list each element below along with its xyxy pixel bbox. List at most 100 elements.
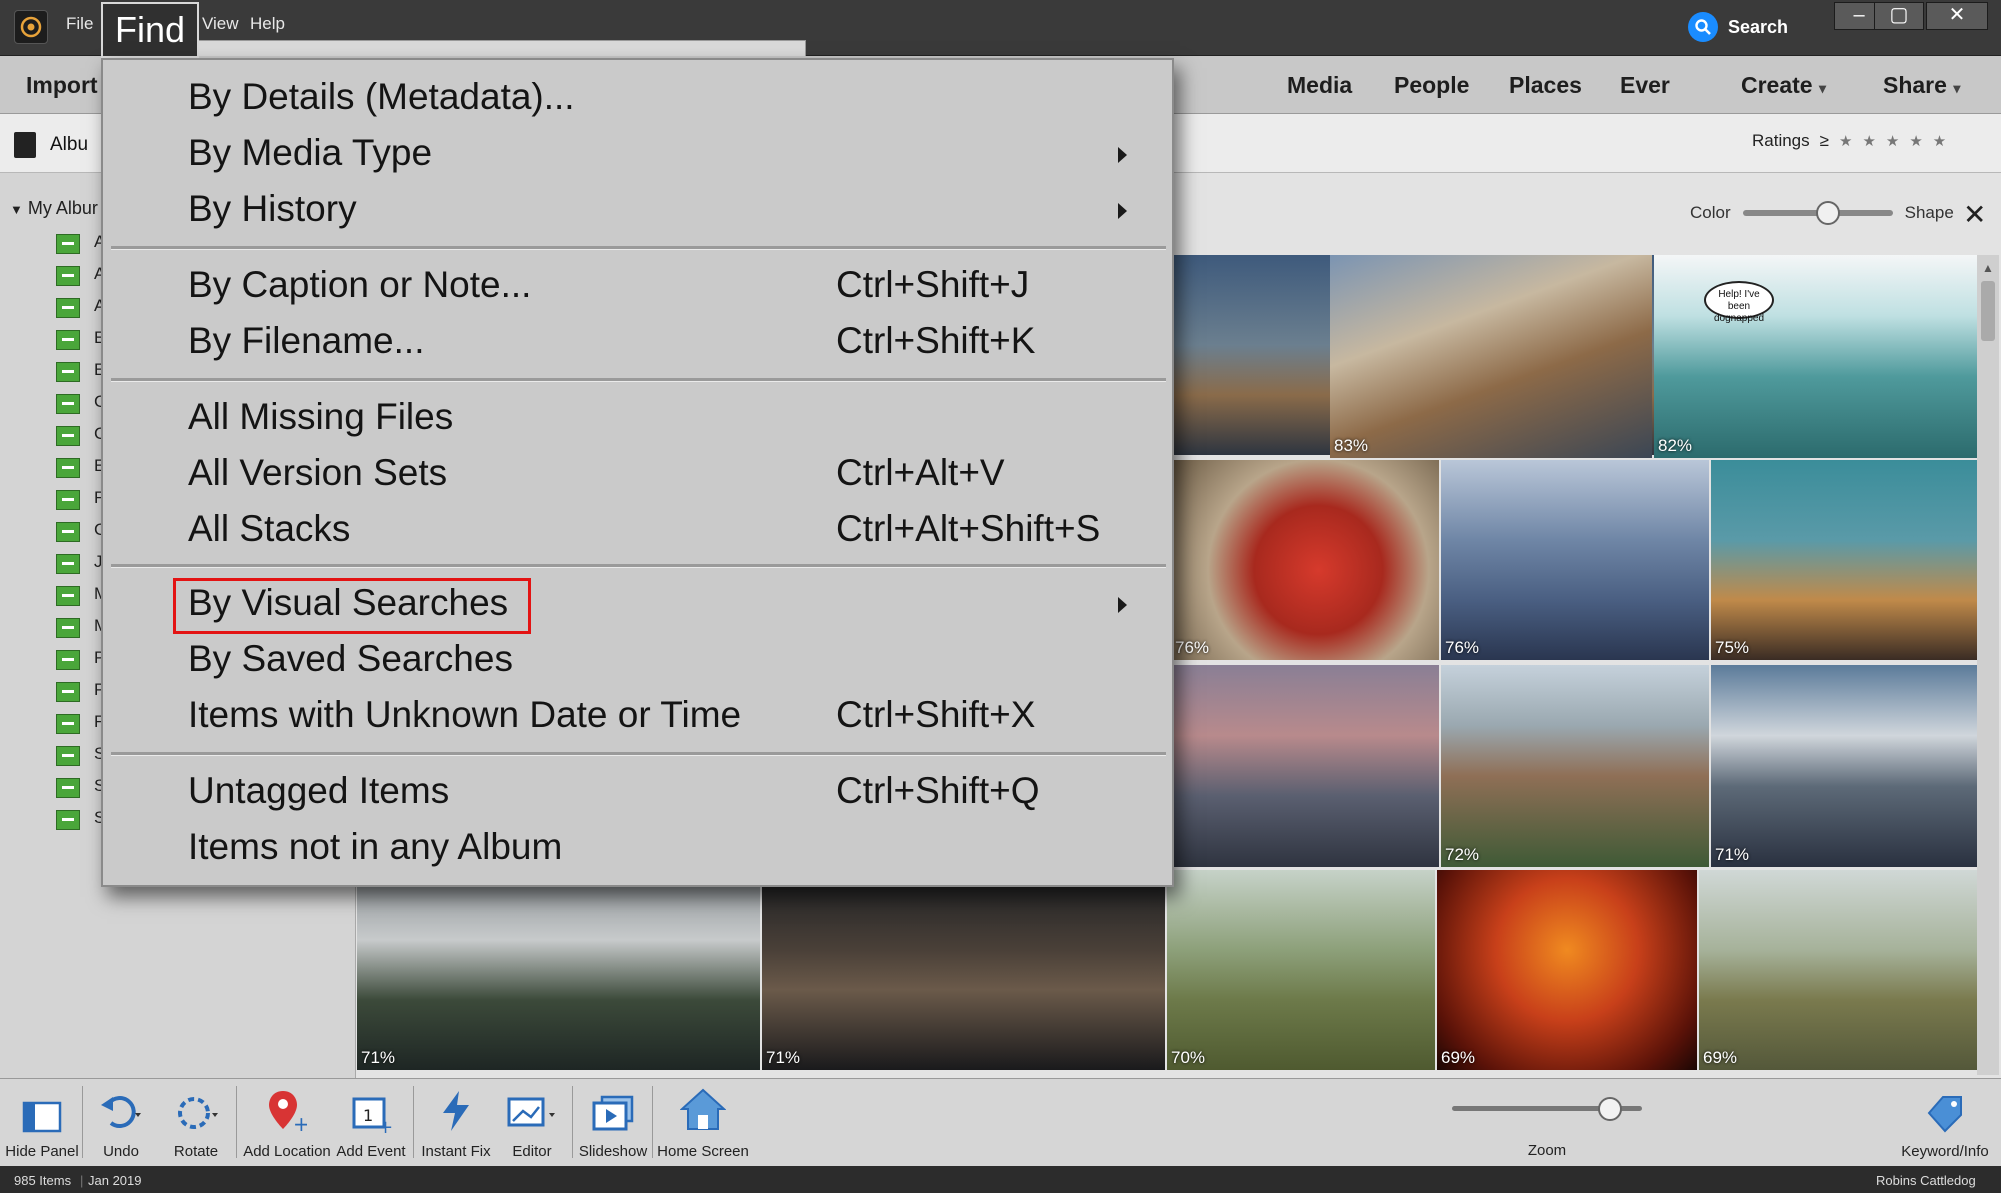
home-screen-button[interactable]: Home Screen xyxy=(656,1078,750,1166)
keyword-info-label: Keyword/Info xyxy=(1901,1143,1989,1160)
tab-events[interactable]: Ever xyxy=(1620,72,1670,99)
menu-item-by-details[interactable]: By Details (Metadata)... xyxy=(188,76,575,118)
menu-item-by-history[interactable]: By History xyxy=(188,188,357,230)
shortcut-label: Ctrl+Alt+V xyxy=(836,452,1005,493)
photo-thumbnail[interactable]: 70% xyxy=(1167,870,1435,1070)
photo-thumbnail[interactable]: 71% xyxy=(357,870,760,1070)
slider-knob[interactable] xyxy=(1815,201,1840,225)
menu-separator xyxy=(111,378,1166,382)
undo-button[interactable]: Undo xyxy=(90,1078,152,1166)
zoom-label: Zoom xyxy=(1527,1142,1567,1159)
photo-thumbnail[interactable]: 69% xyxy=(1699,870,1977,1070)
album-icon xyxy=(56,746,80,766)
search-label: Search xyxy=(1728,16,1789,37)
photo-thumbnail[interactable]: 72% xyxy=(1441,665,1709,867)
zoom-knob[interactable] xyxy=(1598,1097,1622,1121)
hide-panel-label: Hide Panel xyxy=(5,1143,79,1160)
panel-icon xyxy=(22,1101,62,1133)
star-icon[interactable]: ★ xyxy=(1933,132,1946,150)
import-button[interactable]: Import xyxy=(26,72,98,99)
star-icon[interactable]: ★ xyxy=(1909,132,1922,150)
tab-places[interactable]: Places xyxy=(1509,72,1582,99)
status-date: Jan 2019 xyxy=(88,1173,142,1188)
instant-fix-button[interactable]: Instant Fix xyxy=(418,1078,494,1166)
status-bar: 985 Items | Jan 2019 Robins Cattledog xyxy=(0,1166,2001,1193)
menu-view[interactable]: View xyxy=(202,14,239,34)
hide-panel-button[interactable]: Hide Panel xyxy=(4,1078,80,1166)
add-event-button[interactable]: 1 + Add Event xyxy=(334,1078,408,1166)
keyword-info-button[interactable]: Keyword/Info xyxy=(1890,1078,2000,1166)
album-icon xyxy=(56,362,80,382)
my-albums-header[interactable]: ▼ My Albur xyxy=(10,198,98,219)
similarity-percent: 71% xyxy=(361,1048,396,1067)
photo-thumbnail[interactable]: 76% xyxy=(1441,460,1709,660)
close-window-button[interactable]: ✕ xyxy=(1926,2,1988,30)
photo-thumbnail[interactable]: 83% xyxy=(1330,255,1652,458)
tab-media[interactable]: Media xyxy=(1287,72,1352,99)
tab-albums[interactable]: Albu xyxy=(14,122,88,168)
similarity-percent: 69% xyxy=(1441,1048,1476,1067)
add-location-button[interactable]: + Add Location xyxy=(242,1078,332,1166)
search-button[interactable]: Search xyxy=(1688,10,1788,44)
menu-item-not-in-album[interactable]: Items not in any Album xyxy=(188,826,562,868)
menu-item-by-media-type[interactable]: By Media Type xyxy=(188,132,432,174)
photo-thumbnail[interactable]: 71% xyxy=(762,870,1165,1070)
scrollbar[interactable]: ▲ xyxy=(1977,255,1999,1075)
album-icon xyxy=(56,458,80,478)
svg-text:+: + xyxy=(378,1117,392,1133)
ratings-label: Ratings xyxy=(1752,131,1810,150)
create-label: Create xyxy=(1741,72,1813,98)
create-button[interactable]: Create ▾ xyxy=(1741,72,1826,99)
menu-item-untagged-items[interactable]: Untagged Items xyxy=(188,770,449,812)
color-shape-control: Color Shape xyxy=(1690,201,1954,225)
album-icon xyxy=(56,778,80,798)
editor-icon xyxy=(507,1097,555,1127)
share-button[interactable]: Share ▾ xyxy=(1883,72,1960,99)
photo-thumbnail[interactable]: 71% xyxy=(1711,665,1977,867)
toolbar-divider xyxy=(652,1086,653,1158)
maximize-button[interactable]: ▢ xyxy=(1874,2,1924,30)
similarity-percent: 69% xyxy=(1703,1048,1738,1067)
close-icon[interactable]: ✕ xyxy=(1963,198,1986,231)
photo-thumbnail[interactable]: 76% xyxy=(1171,460,1439,660)
scroll-up-icon[interactable]: ▲ xyxy=(1982,261,1994,275)
album-icon xyxy=(56,650,80,670)
menu-find[interactable]: Find xyxy=(101,2,199,58)
photo-thumbnail[interactable] xyxy=(1171,665,1439,867)
menu-separator xyxy=(111,564,1166,568)
photo-thumbnail[interactable]: Help! I've been dognapped 82% xyxy=(1654,255,1977,458)
tab-people[interactable]: People xyxy=(1394,72,1469,99)
album-icon xyxy=(56,522,80,542)
menu-help[interactable]: Help xyxy=(250,14,285,34)
scroll-thumb[interactable] xyxy=(1981,281,1995,341)
star-icon[interactable]: ★ xyxy=(1886,132,1899,150)
find-dropdown-menu: By Details (Metadata)... By Media Type B… xyxy=(101,58,1174,887)
color-shape-slider[interactable] xyxy=(1742,201,1893,225)
photo-thumbnail[interactable]: 69% xyxy=(1437,870,1697,1070)
menu-item-by-caption[interactable]: By Caption or Note... xyxy=(188,264,531,306)
status-divider: | xyxy=(80,1173,84,1188)
editor-button[interactable]: Editor xyxy=(498,1078,566,1166)
speech-bubble: Help! I've been dognapped xyxy=(1704,281,1774,324)
slideshow-button[interactable]: Slideshow xyxy=(576,1078,650,1166)
shortcut-label: Ctrl+Shift+K xyxy=(836,320,1036,361)
photo-thumbnail[interactable]: 75% xyxy=(1711,460,1977,660)
rotate-button[interactable]: Rotate xyxy=(162,1078,230,1166)
zoom-control: Zoom xyxy=(1452,1078,1642,1166)
menu-item-by-filename[interactable]: By Filename... xyxy=(188,320,424,362)
menu-item-by-saved-searches[interactable]: By Saved Searches xyxy=(188,638,513,680)
ratings-operator[interactable]: ≥ xyxy=(1820,131,1829,151)
menu-file[interactable]: File xyxy=(66,14,93,34)
menu-item-all-version-sets[interactable]: All Version Sets xyxy=(188,452,447,494)
star-icon[interactable]: ★ xyxy=(1839,132,1852,150)
submenu-arrow-icon xyxy=(1118,597,1127,613)
add-event-label: Add Event xyxy=(336,1143,406,1160)
location-pin-icon: + xyxy=(269,1091,307,1133)
menu-item-all-missing-files[interactable]: All Missing Files xyxy=(188,396,453,438)
ratings-filter[interactable]: Ratings ≥ ★ ★ ★ ★ ★ xyxy=(1752,131,1946,151)
undo-label: Undo xyxy=(103,1143,139,1160)
menu-item-unknown-date[interactable]: Items with Unknown Date or Time xyxy=(188,694,741,736)
menu-item-all-stacks[interactable]: All Stacks xyxy=(188,508,350,550)
star-icon[interactable]: ★ xyxy=(1862,132,1875,150)
item-count: 985 Items xyxy=(14,1173,72,1188)
